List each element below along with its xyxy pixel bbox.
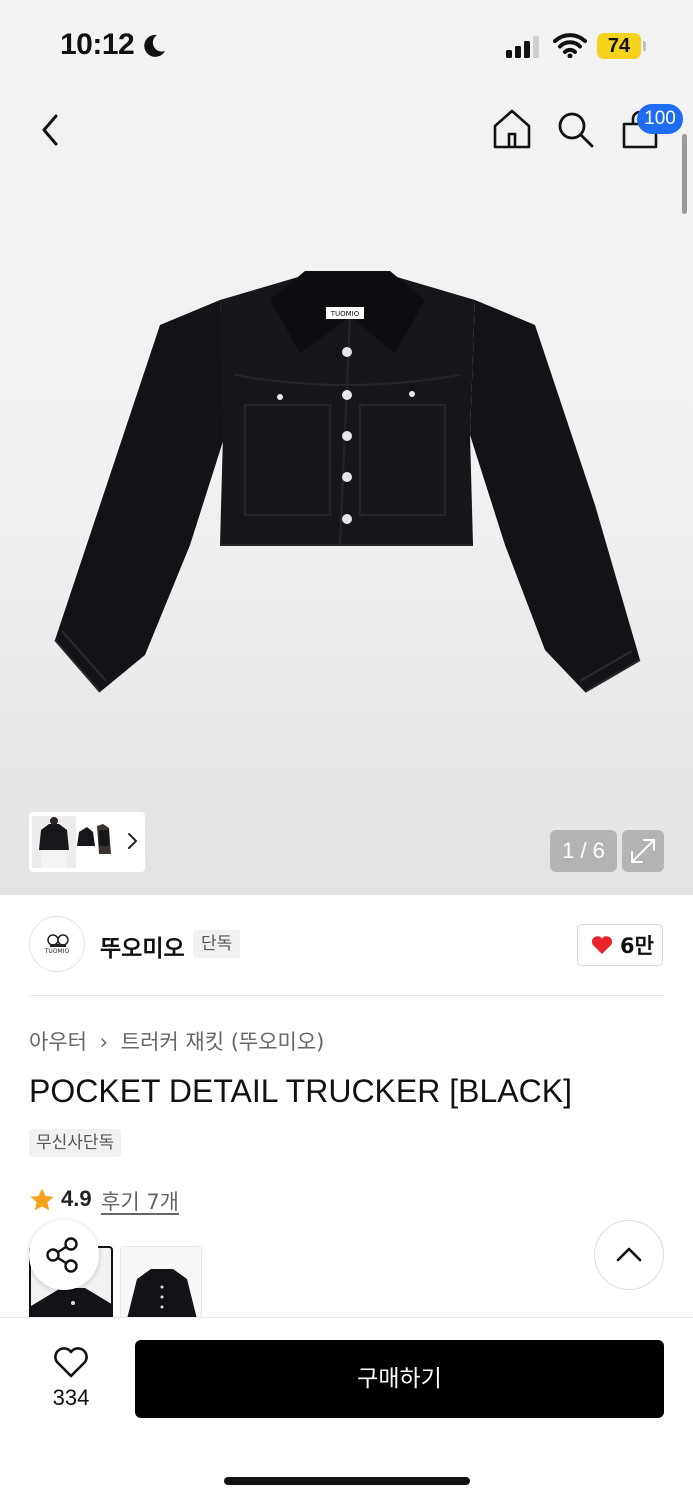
back-arrow-icon[interactable] [34,110,68,150]
expand-icon [631,839,655,863]
breadcrumb-category[interactable]: 아우터 [29,1030,87,1054]
thumbnail-preview-image [32,816,111,868]
expand-button[interactable] [622,830,664,872]
heart-outline-icon[interactable] [52,1344,90,1380]
share-button[interactable] [29,1220,99,1290]
chevron-right-icon: › [99,1030,109,1054]
wishlist-count: 334 [52,1385,90,1410]
breadcrumb: 아우터 › 트러커 재킷 (뚜오미오) [29,1026,324,1056]
product-title: POCKET DETAIL TRUCKER [BLACK] [29,1073,572,1109]
breadcrumb-subcategory[interactable]: 트러커 재킷 (뚜오미오) [121,1030,325,1054]
home-icon[interactable] [490,106,534,152]
search-icon[interactable] [553,106,597,152]
home-indicator[interactable] [224,1477,470,1485]
heart-filled-icon [591,936,613,954]
star-icon [30,1188,54,1211]
battery-indicator: 74 [597,33,641,59]
status-time: 10:12 [60,28,135,61]
battery-tip [643,41,646,51]
brand-logo-text: TUOMIO [44,948,70,955]
image-counter: 1 / 6 [550,830,617,872]
share-icon [46,1237,78,1273]
color-option-image [125,1269,199,1325]
brand-name[interactable]: 뚜오미오 [100,929,185,963]
divider [29,995,664,996]
product-jacket-image: TUOMIO [54,271,641,693]
scroll-to-top-button[interactable] [594,1220,664,1290]
moon-icon [144,34,165,57]
chevron-up-icon [616,1247,642,1262]
scrollbar[interactable] [682,134,687,214]
color-option-thumbnail[interactable] [120,1246,202,1326]
wifi-icon [553,33,587,58]
brand-logo[interactable] [29,916,85,972]
rating-value: 4.9 [61,1186,92,1211]
brand-exclusive-badge: 단독 [193,930,241,958]
svg-text:TUOMIO: TUOMIO [330,310,360,318]
cart-count-badge: 100 [637,104,683,134]
brand-logo-mark [47,934,69,947]
review-count-link[interactable]: 후기 7개 [101,1186,179,1216]
musinsa-exclusive-badge: 무신사단독 [29,1129,122,1157]
cellular-signal-icon [506,36,539,58]
buy-button[interactable]: 구매하기 [135,1340,664,1418]
brand-like-count: 6만 [620,934,654,958]
chevron-right-icon[interactable] [124,830,140,852]
